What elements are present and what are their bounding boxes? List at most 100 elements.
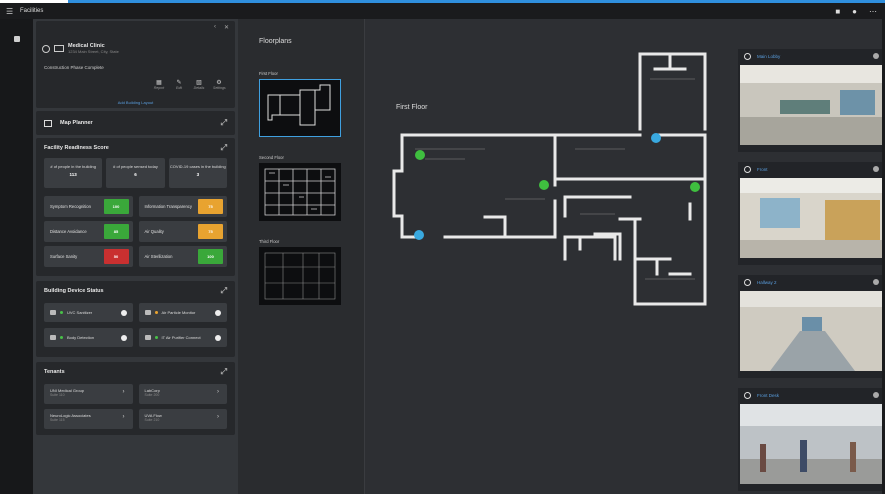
- close-icon[interactable]: ✕: [224, 24, 229, 31]
- menu-icon[interactable]: ☰: [6, 7, 16, 16]
- floorplan-drawing: [392, 52, 707, 306]
- edit-icon: ✎: [176, 80, 182, 86]
- device-item[interactable]: Air Particle Monitor: [138, 303, 227, 322]
- more-icon[interactable]: ⋯: [869, 7, 877, 16]
- device-toggle[interactable]: [215, 334, 221, 341]
- tenants-title: Tenants: [44, 369, 65, 375]
- device-item[interactable]: Body Detection: [44, 328, 133, 347]
- camera-feed[interactable]: Front: [738, 162, 885, 265]
- tenants-card: Tenants ⤢ UNI Medical Group Suite 110 › La…: [36, 362, 235, 435]
- score-badge: 100: [198, 249, 223, 264]
- floorplan-thumb-drawing: [264, 252, 336, 300]
- floorplans-title: Floorplans: [259, 38, 292, 45]
- building-nav-icon[interactable]: [14, 36, 20, 42]
- building-description: Construction Phase Complete: [44, 65, 104, 70]
- minimize-icon[interactable]: ‹: [214, 24, 216, 31]
- floorplans-panel: Floorplans First Floor Second Floor Thir…: [238, 19, 365, 494]
- left-panel: ‹ ✕ Medical Clinic 1234 Main Street, Cit…: [33, 19, 238, 494]
- camera-icon: [744, 391, 751, 399]
- gear-icon[interactable]: [873, 279, 879, 285]
- status-dot: [154, 336, 158, 339]
- score-row[interactable]: Distance Avoidance 85: [44, 221, 133, 242]
- camera-marker[interactable]: [414, 230, 424, 240]
- chevron-right-icon: ›: [122, 389, 125, 395]
- device-item[interactable]: IT Air Purifier Connect: [138, 328, 227, 347]
- camera-feed[interactable]: Front Desk: [738, 388, 885, 491]
- camera-feeds-panel: Main Lobby Front Hallway 2 Front Desk: [736, 19, 885, 494]
- camera-name: Front: [757, 166, 768, 172]
- occupancy-tile: # of people in the building 113: [44, 158, 103, 188]
- score-badge: 85: [103, 224, 129, 239]
- map-planner-card[interactable]: Map Planner ⤢: [36, 111, 235, 135]
- gear-icon[interactable]: [873, 166, 879, 172]
- score-row[interactable]: Air Sterilization 100: [138, 246, 227, 267]
- device-toggle[interactable]: [120, 334, 127, 341]
- building-card: ‹ ✕ Medical Clinic 1234 Main Street, Cit…: [36, 21, 235, 108]
- score-row[interactable]: Air Quality 75: [138, 221, 227, 242]
- floorplan-thumb-drawing: [264, 168, 336, 216]
- covid-tile: COVID-19 cases in the building 3: [168, 158, 227, 188]
- air-monitor-icon: [144, 310, 151, 315]
- score-badge: 100: [103, 199, 129, 214]
- report-icon: ▦: [156, 80, 162, 86]
- floor-thumbnail-second[interactable]: [259, 163, 341, 221]
- action-edit-button[interactable]: ✎ Edit: [173, 79, 185, 90]
- expand-icon[interactable]: ⤢: [221, 286, 227, 296]
- sensor-marker[interactable]: [690, 182, 700, 192]
- add-layout-link[interactable]: Add Building Layout: [36, 100, 235, 105]
- building-icon: [54, 45, 64, 52]
- score-row[interactable]: Surface Sanity 50: [44, 246, 133, 267]
- device-toggle[interactable]: [120, 309, 127, 316]
- expand-icon[interactable]: ⤢: [221, 118, 227, 128]
- score-row[interactable]: Information Transparency 75: [138, 196, 227, 217]
- expand-icon[interactable]: ⤢: [221, 367, 227, 377]
- chevron-right-icon: ›: [217, 389, 219, 395]
- device-item[interactable]: UVC Sanitizer: [44, 303, 133, 322]
- chevron-right-icon: ›: [217, 414, 219, 420]
- camera-image: [740, 65, 883, 145]
- camera-icon: [744, 52, 751, 60]
- camera-name: Main Lobby: [757, 53, 781, 59]
- score-badge: 75: [198, 224, 223, 239]
- device-status-card: Building Device Status ⤢ UVC Sanitizer A…: [36, 281, 235, 357]
- action-settings-button[interactable]: ⚙ Settings: [213, 79, 226, 90]
- status-dot: [60, 336, 63, 339]
- camera-feed[interactable]: Hallway 2: [738, 275, 885, 378]
- app-title: Facilities: [20, 8, 44, 14]
- action-report-button[interactable]: ▦ Report: [153, 79, 165, 90]
- camera-image: [740, 291, 883, 371]
- details-icon: ▧: [196, 80, 202, 86]
- readiness-title: Facility Readiness Score: [44, 145, 109, 151]
- device-toggle[interactable]: [215, 309, 221, 316]
- notifications-icon[interactable]: ■: [835, 7, 840, 16]
- tenant-item[interactable]: NeuroLogic Associates Suite 115 ›: [44, 409, 133, 429]
- location-icon: [42, 44, 50, 53]
- action-details-button[interactable]: ▧ Details: [193, 79, 205, 90]
- camera-image: [740, 178, 883, 258]
- tenant-item[interactable]: UVA Flow Suite 210 ›: [138, 409, 227, 429]
- floor-label: Second Floor: [259, 155, 284, 160]
- tenant-item[interactable]: UNI Medical Group Suite 110 ›: [44, 384, 133, 404]
- devices-title: Building Device Status: [44, 288, 104, 294]
- score-badge: 50: [103, 249, 129, 264]
- app-header: ☰ Facilities ■ ● ⋯: [0, 3, 885, 19]
- expand-icon[interactable]: ⤢: [221, 143, 227, 153]
- account-icon[interactable]: ●: [852, 7, 857, 16]
- uvc-icon: [50, 310, 56, 315]
- floorplan-map[interactable]: First Floor: [365, 19, 736, 494]
- sensor-marker[interactable]: [415, 150, 425, 160]
- readiness-card: Facility Readiness Score ⤢ # of people i…: [36, 138, 235, 276]
- camera-icon: [744, 278, 751, 286]
- gear-icon[interactable]: [873, 53, 879, 59]
- gear-icon[interactable]: [873, 392, 879, 398]
- camera-marker[interactable]: [651, 133, 661, 143]
- map-planner-label: Map Planner: [60, 120, 93, 126]
- sensed-tile: # of people sensed today 6: [106, 158, 165, 188]
- floor-thumbnail-third[interactable]: [259, 247, 341, 305]
- building-address: 1234 Main Street, City, State: [68, 49, 119, 54]
- floor-thumbnail-first[interactable]: [259, 79, 341, 137]
- tenant-item[interactable]: LabCorp Suite 200 ›: [138, 384, 227, 404]
- score-row[interactable]: Symptom Recognition 100: [44, 196, 133, 217]
- camera-feed[interactable]: Main Lobby: [738, 49, 885, 152]
- sensor-marker[interactable]: [539, 180, 549, 190]
